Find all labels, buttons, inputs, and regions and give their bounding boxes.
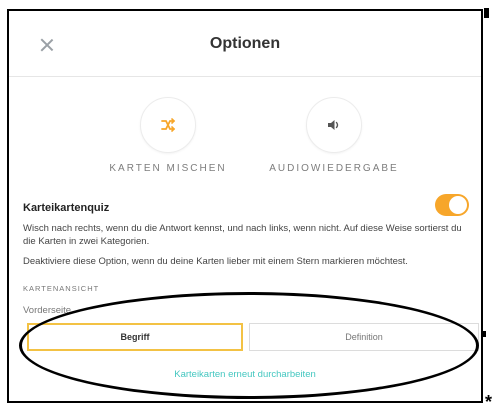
front-side-label: Vorderseite xyxy=(23,305,72,316)
action-row: KARTEN MISCHEN AUDIOWIEDERGABE xyxy=(9,97,481,177)
edge-mark xyxy=(483,331,486,337)
quiz-toggle[interactable] xyxy=(435,194,469,216)
quiz-description: Wisch nach rechts, wenn du die Antwort k… xyxy=(23,223,462,247)
audio-button[interactable] xyxy=(306,97,362,153)
dialog-title: Optionen xyxy=(209,35,281,52)
edge-mark xyxy=(484,8,489,18)
audio-label: AUDIOWIEDERGABE xyxy=(269,163,399,174)
toggle-knob xyxy=(449,196,467,214)
definition-button[interactable]: Definition xyxy=(249,323,479,351)
restudy-link[interactable]: Karteikarten erneut durcharbeiten xyxy=(9,369,481,380)
view-section-label: KARTENANSICHT xyxy=(23,284,100,293)
shuffle-label: KARTEN MISCHEN xyxy=(109,163,227,174)
term-button[interactable]: Begriff xyxy=(27,323,243,351)
audio-action[interactable]: AUDIOWIEDERGABE xyxy=(259,97,409,174)
quiz-title: Karteikartenquiz xyxy=(23,202,110,214)
shuffle-button[interactable] xyxy=(140,97,196,153)
quiz-disable-hint: Deaktiviere diese Option, wenn du deine … xyxy=(23,256,408,267)
dialog-header: Optionen xyxy=(9,11,481,77)
shuffle-icon xyxy=(161,118,176,132)
options-dialog: Optionen KARTEN MISCHEN AUDIOWIEDERGABE xyxy=(7,9,483,403)
shuffle-action[interactable]: KARTEN MISCHEN xyxy=(93,97,243,174)
annotation-asterisk: * xyxy=(485,392,493,412)
speaker-icon xyxy=(328,120,339,130)
